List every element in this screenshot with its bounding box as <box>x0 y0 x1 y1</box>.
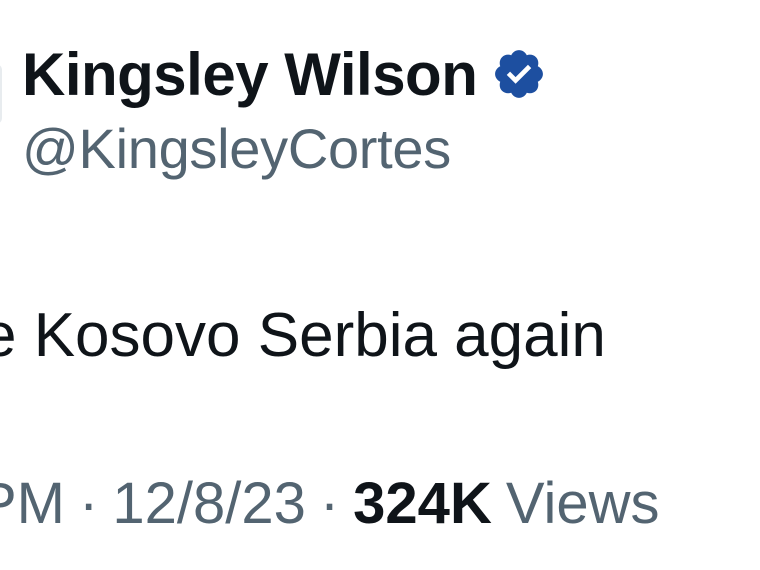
meta-separator: · <box>79 471 99 536</box>
tweet-time[interactable]: PM <box>0 470 65 537</box>
verified-badge-icon[interactable] <box>491 46 547 102</box>
tweet-date[interactable]: 12/8/23 <box>112 470 306 537</box>
meta-separator: · <box>319 471 340 536</box>
tweet-card: Kingsley Wilson @KingsleyCortes e Kosovo… <box>0 0 760 570</box>
display-name[interactable]: Kingsley Wilson <box>22 40 478 109</box>
author-name-row: Kingsley Wilson <box>22 38 547 110</box>
tweet-text: e Kosovo Serbia again <box>0 301 606 370</box>
views-label[interactable]: Views <box>506 470 660 537</box>
author-handle[interactable]: @KingsleyCortes <box>22 116 451 181</box>
views-count[interactable]: 324K <box>353 470 492 537</box>
avatar[interactable] <box>0 64 2 124</box>
tweet-meta: PM · 12/8/23 · 324K Views <box>0 470 660 537</box>
